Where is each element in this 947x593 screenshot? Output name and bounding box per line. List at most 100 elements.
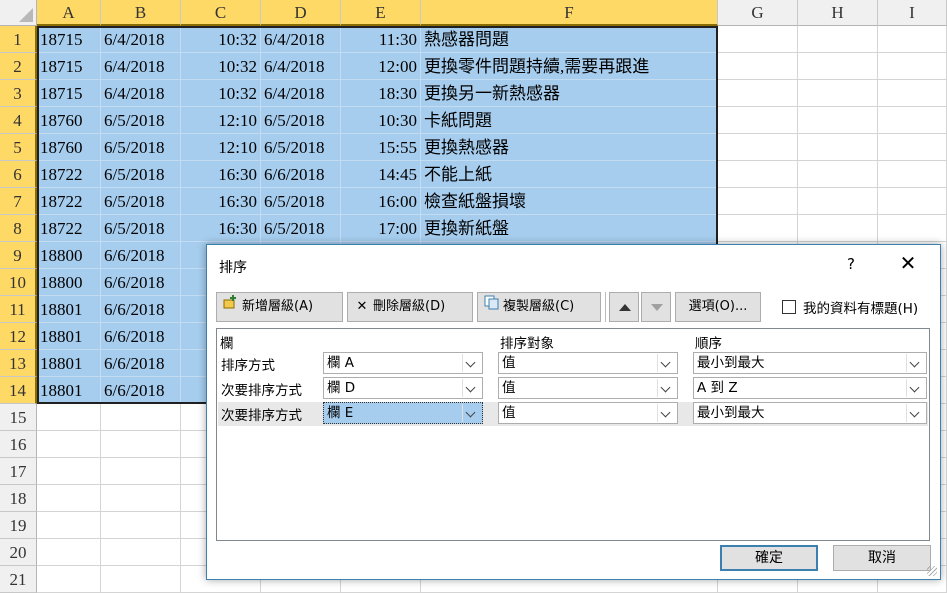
cell[interactable]: [37, 458, 101, 485]
cell[interactable]: 11:30: [341, 26, 421, 53]
cell[interactable]: 10:32: [181, 80, 261, 107]
column-header-b[interactable]: B: [101, 0, 181, 26]
cell[interactable]: [798, 161, 878, 188]
cell[interactable]: [37, 566, 101, 593]
cell[interactable]: 更換熱感器: [421, 134, 718, 161]
cell[interactable]: [37, 512, 101, 539]
cell[interactable]: 12:10: [181, 107, 261, 134]
row-header[interactable]: 13: [0, 350, 37, 377]
cell[interactable]: 不能上紙: [421, 161, 718, 188]
cancel-button[interactable]: 取消: [833, 545, 931, 571]
cell[interactable]: 6/6/2018: [101, 269, 181, 296]
cell[interactable]: [718, 215, 798, 242]
sort-on-select[interactable]: 值: [498, 377, 678, 399]
cell[interactable]: [718, 26, 798, 53]
cell[interactable]: [37, 485, 101, 512]
cell[interactable]: 6/5/2018: [101, 161, 181, 188]
cell[interactable]: 18801: [37, 323, 101, 350]
row-header[interactable]: 1: [0, 26, 37, 53]
row-header[interactable]: 10: [0, 269, 37, 296]
sort-level-row[interactable]: 排序方式 欄 A 值 最小到最大: [218, 352, 928, 376]
cell[interactable]: 16:30: [181, 215, 261, 242]
cell[interactable]: 6/5/2018: [261, 134, 341, 161]
cell[interactable]: 6/4/2018: [101, 26, 181, 53]
cell[interactable]: [878, 26, 947, 53]
cell[interactable]: [878, 53, 947, 80]
cell[interactable]: 16:00: [341, 188, 421, 215]
column-header-f[interactable]: F: [421, 0, 718, 26]
cell[interactable]: 16:30: [181, 161, 261, 188]
cell[interactable]: 6/6/2018: [101, 350, 181, 377]
row-header[interactable]: 17: [0, 458, 37, 485]
cell[interactable]: [37, 431, 101, 458]
cell[interactable]: [718, 188, 798, 215]
cell[interactable]: 16:30: [181, 188, 261, 215]
cell[interactable]: 6/6/2018: [101, 296, 181, 323]
column-header-i[interactable]: I: [878, 0, 947, 26]
cell[interactable]: [798, 107, 878, 134]
cell[interactable]: [798, 80, 878, 107]
cell[interactable]: 18760: [37, 107, 101, 134]
cell[interactable]: [37, 404, 101, 431]
column-header-h[interactable]: H: [798, 0, 878, 26]
cell[interactable]: 18801: [37, 377, 101, 404]
cell[interactable]: 10:32: [181, 26, 261, 53]
sort-on-select[interactable]: 值: [498, 402, 678, 424]
cell[interactable]: 6/6/2018: [101, 323, 181, 350]
cell[interactable]: 15:55: [341, 134, 421, 161]
cell[interactable]: [101, 485, 181, 512]
cell[interactable]: 10:32: [181, 53, 261, 80]
row-header[interactable]: 12: [0, 323, 37, 350]
sort-on-select[interactable]: 值: [498, 352, 678, 374]
order-select[interactable]: 最小到最大: [693, 352, 927, 374]
cell[interactable]: 檢查紙盤損壞: [421, 188, 718, 215]
column-header-e[interactable]: E: [341, 0, 421, 26]
cell[interactable]: 18715: [37, 80, 101, 107]
row-header[interactable]: 19: [0, 512, 37, 539]
cell[interactable]: 6/6/2018: [101, 242, 181, 269]
cell[interactable]: 10:30: [341, 107, 421, 134]
cell[interactable]: [718, 107, 798, 134]
cell[interactable]: [878, 161, 947, 188]
row-header[interactable]: 6: [0, 161, 37, 188]
row-header[interactable]: 11: [0, 296, 37, 323]
cell[interactable]: [798, 53, 878, 80]
cell[interactable]: [101, 512, 181, 539]
cell[interactable]: 18800: [37, 269, 101, 296]
cell[interactable]: 18722: [37, 215, 101, 242]
cell[interactable]: [718, 134, 798, 161]
cell[interactable]: 6/4/2018: [101, 80, 181, 107]
ok-button[interactable]: 確定: [720, 545, 818, 571]
cell[interactable]: [798, 188, 878, 215]
cell[interactable]: 6/5/2018: [101, 215, 181, 242]
cell[interactable]: [718, 80, 798, 107]
select-all-corner[interactable]: [0, 0, 37, 26]
cell[interactable]: [878, 107, 947, 134]
cell[interactable]: 18801: [37, 350, 101, 377]
row-header[interactable]: 5: [0, 134, 37, 161]
cell[interactable]: [101, 566, 181, 593]
cell[interactable]: 6/6/2018: [101, 377, 181, 404]
cell[interactable]: 6/4/2018: [261, 53, 341, 80]
sort-level-row[interactable]: 次要排序方式 欄 D 值 A 到 Z: [218, 377, 928, 401]
sort-level-row-selected[interactable]: 次要排序方式 欄 E 值 最小到最大: [218, 402, 928, 426]
cell[interactable]: [878, 80, 947, 107]
cell[interactable]: [878, 188, 947, 215]
cell[interactable]: 6/5/2018: [101, 188, 181, 215]
cell[interactable]: 6/4/2018: [261, 26, 341, 53]
resize-grip-icon[interactable]: [927, 566, 937, 576]
row-header[interactable]: 20: [0, 539, 37, 566]
sort-levels-list[interactable]: 欄 排序對象 順序 排序方式 欄 A 值 最小到最大 次要排序方式 欄 D 值 …: [216, 328, 930, 541]
cell[interactable]: 6/5/2018: [261, 188, 341, 215]
move-up-button[interactable]: [609, 292, 639, 322]
close-button[interactable]: ✕: [897, 251, 919, 275]
cell[interactable]: [101, 458, 181, 485]
row-header[interactable]: 4: [0, 107, 37, 134]
row-header[interactable]: 14: [0, 377, 37, 404]
cell[interactable]: 卡紙問題: [421, 107, 718, 134]
cell[interactable]: 18715: [37, 53, 101, 80]
cell[interactable]: [37, 539, 101, 566]
cell[interactable]: 18760: [37, 134, 101, 161]
cell[interactable]: 18715: [37, 26, 101, 53]
cell[interactable]: 更換零件問題持續,需要再跟進: [421, 53, 718, 80]
